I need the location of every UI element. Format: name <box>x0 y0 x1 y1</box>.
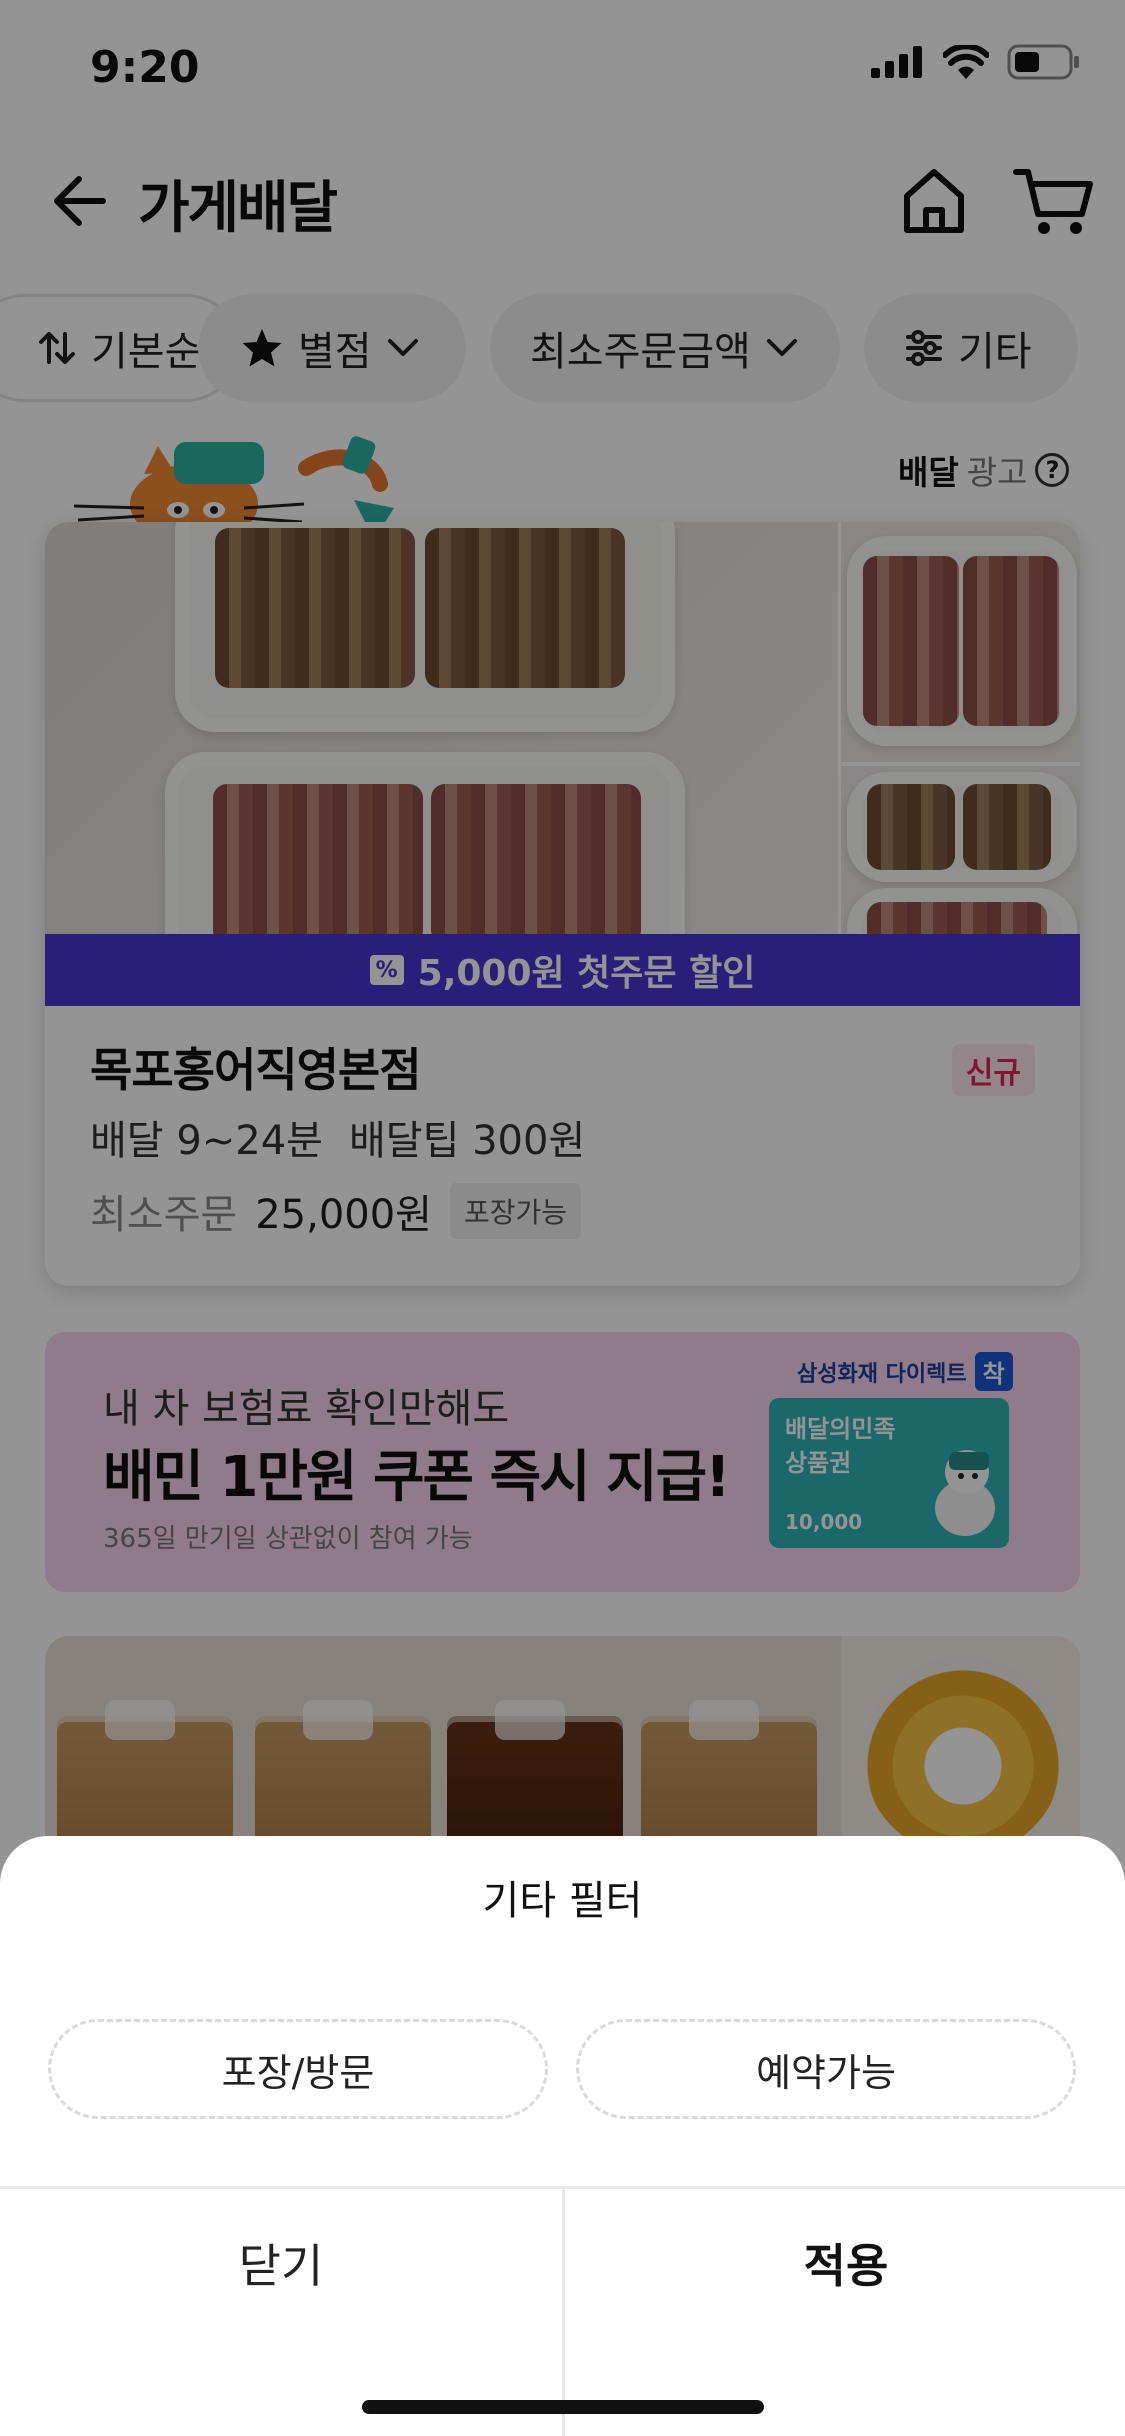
close-button[interactable]: 닫기 <box>0 2188 562 2338</box>
reservation-option-toggle[interactable]: 예약가능 <box>576 2019 1076 2119</box>
filter-bottom-sheet: 기타 필터 포장/방문 예약가능 닫기 적용 <box>0 1836 1125 2436</box>
sheet-title: 기타 필터 <box>482 1878 643 1924</box>
pickup-option-toggle[interactable]: 포장/방문 <box>48 2019 548 2119</box>
home-indicator[interactable] <box>362 2400 764 2414</box>
apply-button[interactable]: 적용 <box>565 2188 1125 2338</box>
